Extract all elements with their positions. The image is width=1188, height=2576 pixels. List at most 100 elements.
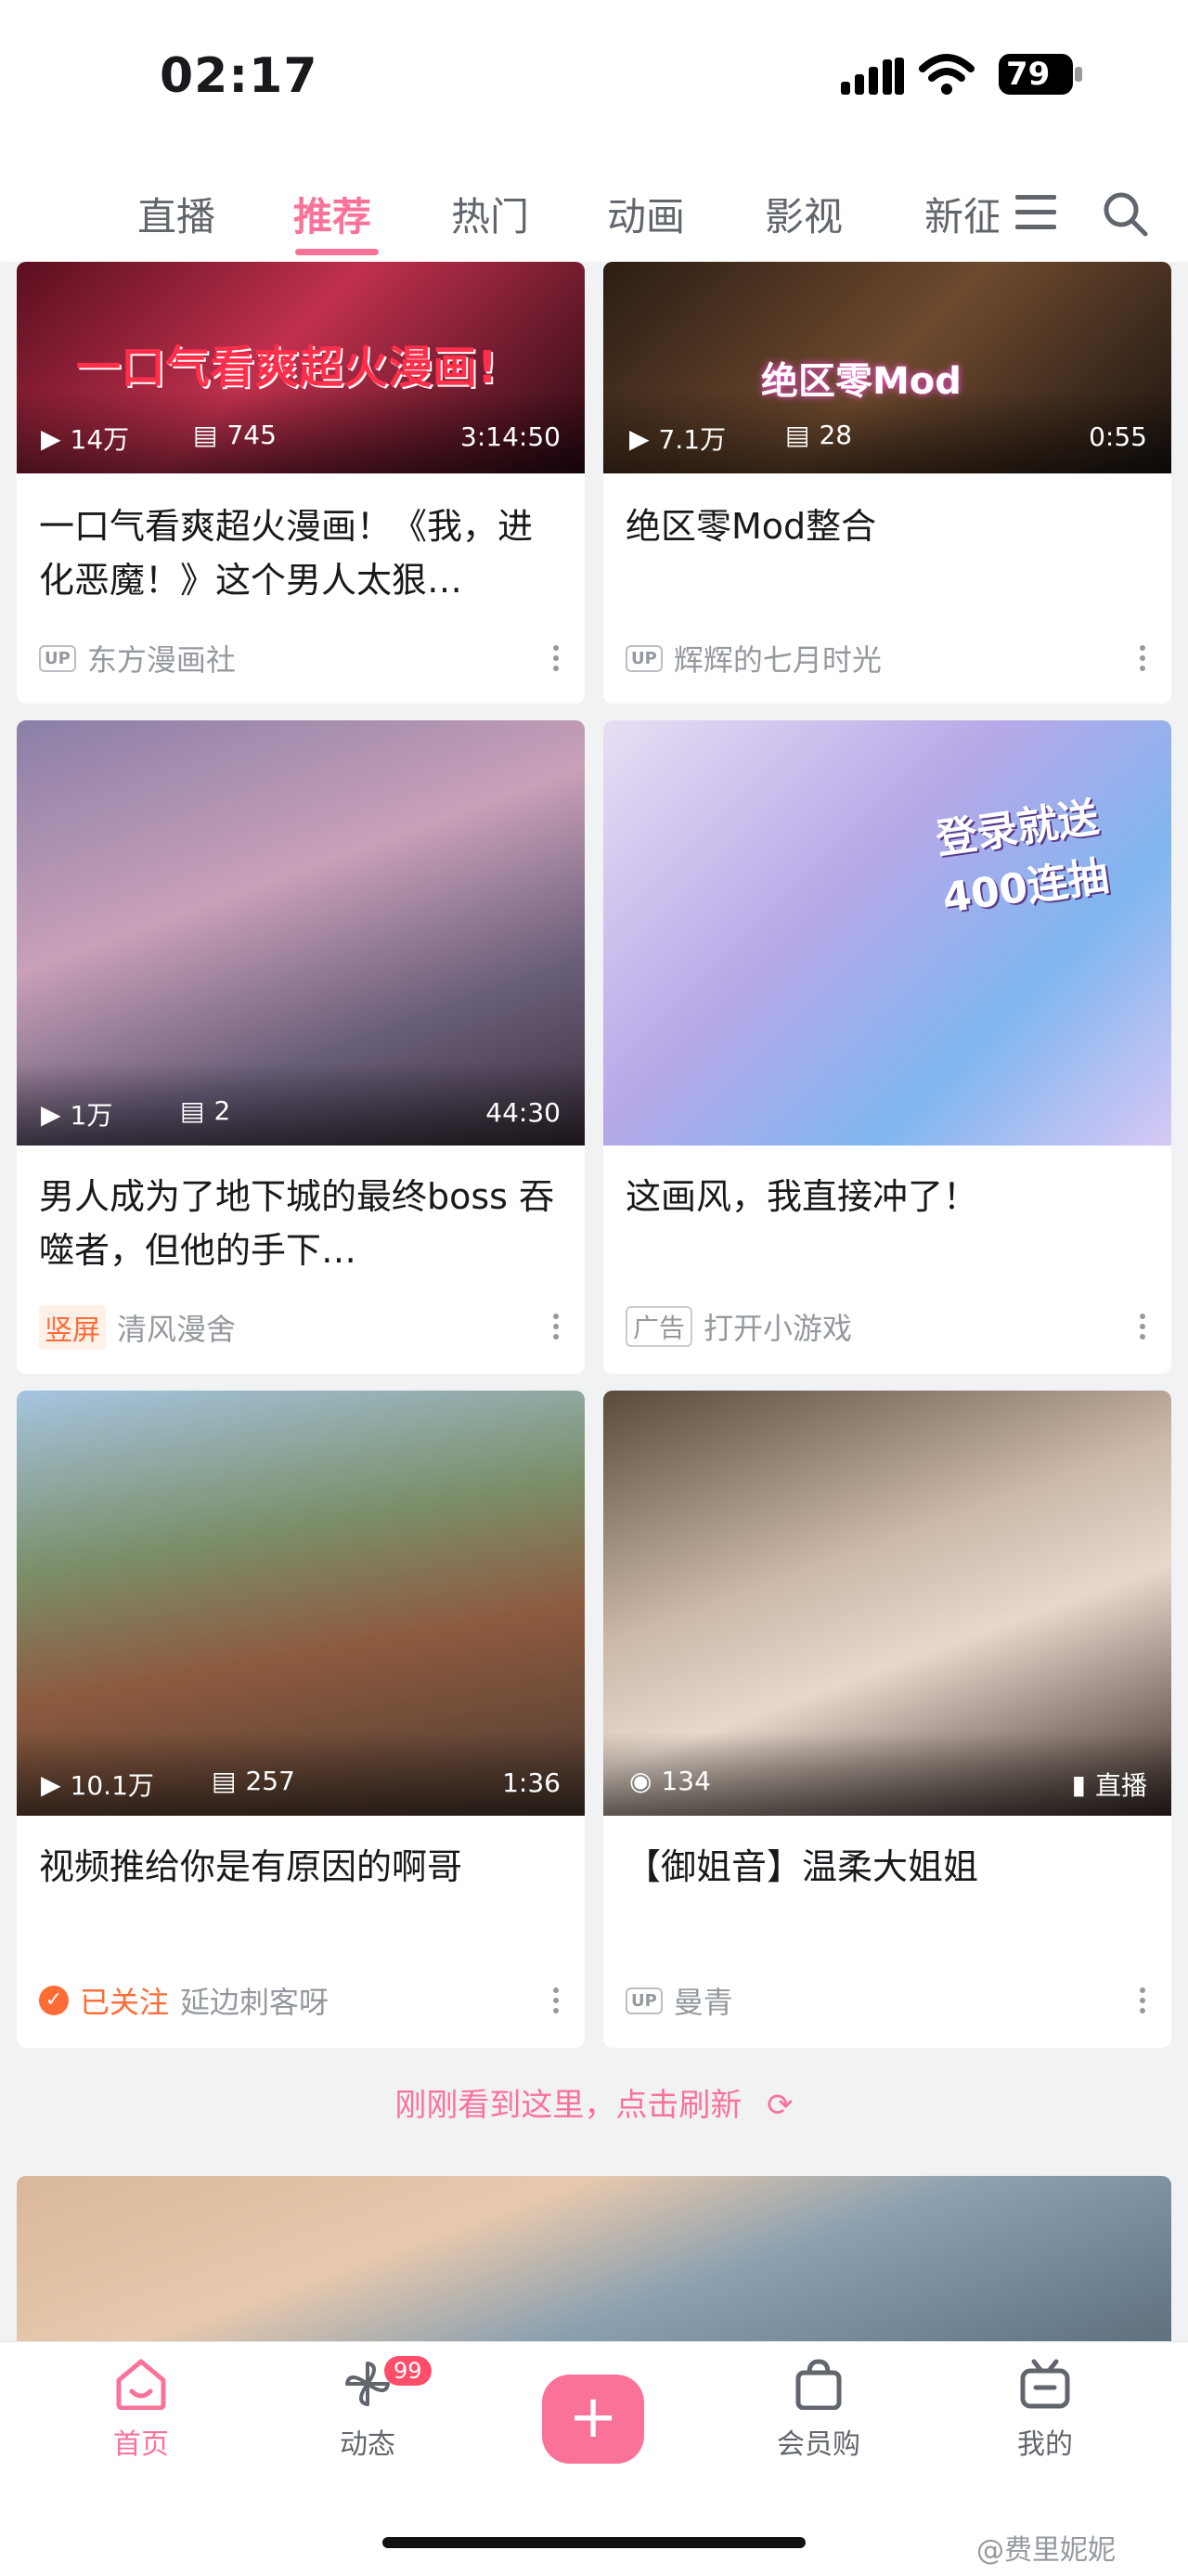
video-card[interactable]: ▶ 10.1万 ▤ 257 1:36 视频推给你是有原因的啊哥 ✓ 已关注 延边刺客… bbox=[17, 1391, 585, 2048]
video-meta: UP 辉辉的七月时光 bbox=[626, 637, 882, 680]
video-title: 一口气看爽超火漫画！《我，进化恶魔！》这个男人太狠… bbox=[39, 506, 534, 601]
wifi-icon bbox=[919, 54, 975, 95]
video-duration: 0:55 bbox=[1089, 421, 1147, 452]
danmaku-icon: ▤ bbox=[193, 420, 218, 450]
active-tab-indicator bbox=[295, 249, 379, 255]
video-duration: 44:30 bbox=[485, 1097, 561, 1128]
open-mini-game-link[interactable]: 打开小游戏 bbox=[704, 1305, 852, 1348]
author-name[interactable]: 延边刺客呀 bbox=[180, 1979, 329, 2022]
refresh-text: 刚刚看到这里，点击刷新 bbox=[394, 2087, 742, 2124]
danmaku-count: ▤ 28 bbox=[785, 420, 853, 450]
play-icon: ▶ bbox=[629, 422, 650, 454]
tab-anime[interactable]: 动画 bbox=[607, 186, 685, 242]
shopping-bag-icon bbox=[795, 2359, 842, 2411]
danmaku-icon: ▤ bbox=[180, 1095, 205, 1126]
view-count: ▶ 14万 bbox=[41, 422, 130, 456]
vertical-screen-badge: 竖屏 bbox=[39, 1305, 106, 1350]
more-options-icon[interactable] bbox=[1140, 1983, 1147, 2018]
video-meta: UP 东方漫画社 bbox=[39, 637, 236, 680]
play-icon: ▶ bbox=[41, 422, 61, 454]
author-name[interactable]: 曼青 bbox=[674, 1979, 733, 2022]
more-options-icon[interactable] bbox=[553, 1309, 561, 1344]
followed-check-icon: ✓ bbox=[39, 1986, 69, 2015]
view-count: ▶ 10.1万 bbox=[41, 1768, 154, 1802]
video-title: 男人成为了地下城的最终boss 吞噬者，但他的手下… bbox=[39, 1176, 555, 1271]
video-thumbnail: ▶ 10.1万 ▤ 257 1:36 bbox=[17, 1391, 585, 1816]
cellular-signal-icon bbox=[841, 58, 904, 95]
live-title: 【御姐音】温柔大姐姐 bbox=[626, 1846, 979, 1887]
home-indicator bbox=[382, 2537, 806, 2548]
live-thumbnail: ◉ 134 ▮ 直播 bbox=[603, 1391, 1171, 1816]
followed-label: 已关注 bbox=[80, 1985, 170, 2020]
live-viewer-count: ◉ 134 bbox=[629, 1766, 711, 1796]
video-title: 绝区零Mod整合 bbox=[626, 506, 877, 547]
play-icon: ▶ bbox=[41, 1768, 61, 1800]
live-label: ▮ 直播 bbox=[1071, 1768, 1147, 1802]
ad-thumbnail: 登录就送 400连抽 bbox=[603, 720, 1171, 1146]
battery-level: 79 bbox=[1006, 56, 1051, 93]
ad-meta: 广告 打开小游戏 bbox=[626, 1305, 852, 1348]
up-badge: UP bbox=[39, 644, 76, 672]
tab-new-journey[interactable]: 新征程 bbox=[924, 186, 999, 242]
tab-hot[interactable]: 热门 bbox=[451, 186, 529, 242]
video-thumbnail: 绝区零Mod ▶ 7.1万 ▤ 28 0:55 bbox=[603, 262, 1171, 473]
more-options-icon[interactable] bbox=[553, 1983, 561, 2018]
video-meta: 竖屏 清风漫舍 bbox=[39, 1305, 236, 1350]
view-count: ▶ 7.1万 bbox=[629, 422, 727, 456]
live-bars-icon: ▮ bbox=[1071, 1768, 1086, 1800]
tab-live[interactable]: 直播 bbox=[137, 186, 215, 242]
home-icon bbox=[116, 2359, 166, 2411]
tab-film[interactable]: 影视 bbox=[765, 186, 843, 242]
live-meta: UP 曼青 bbox=[626, 1979, 733, 2022]
refresh-prompt[interactable]: 刚刚看到这里，点击刷新 ⟳ bbox=[0, 2079, 1188, 2125]
video-duration: 3:14:50 bbox=[460, 421, 561, 452]
more-options-icon[interactable] bbox=[553, 641, 561, 676]
nav-mine[interactable]: 我的 bbox=[971, 2358, 1119, 2462]
video-card[interactable]: 绝区零Mod ▶ 7.1万 ▤ 28 0:55 绝区零Mod整合 UP 辉辉的七月时… bbox=[603, 262, 1171, 704]
add-button[interactable]: + bbox=[542, 2375, 644, 2464]
refresh-icon: ⟳ bbox=[767, 2087, 794, 2124]
more-options-icon[interactable] bbox=[1140, 641, 1147, 676]
search-icon[interactable] bbox=[1101, 189, 1149, 238]
video-meta: ✓ 已关注 延边刺客呀 bbox=[39, 1979, 329, 2022]
nav-member-shop[interactable]: 会员购 bbox=[744, 2358, 893, 2462]
live-card[interactable]: ◉ 134 ▮ 直播 【御姐音】温柔大姐姐 UP 曼青 bbox=[603, 1391, 1171, 2048]
nav-mine-label: 我的 bbox=[1017, 2428, 1073, 2461]
view-count: ▶ 1万 bbox=[41, 1098, 113, 1132]
weibo-watermark: @费里妮妮 bbox=[976, 2534, 1116, 2567]
author-name[interactable]: 辉辉的七月时光 bbox=[674, 637, 882, 680]
eye-icon: ◉ bbox=[629, 1766, 652, 1796]
up-badge: UP bbox=[626, 1987, 663, 2014]
play-icon: ▶ bbox=[41, 1098, 61, 1130]
notification-badge: 99 bbox=[384, 2356, 432, 2386]
nav-dynamic-label: 动态 bbox=[340, 2428, 395, 2461]
more-options-icon[interactable] bbox=[1140, 1309, 1147, 1344]
danmaku-count: ▤ 745 bbox=[193, 420, 277, 450]
tab-recommend[interactable]: 推荐 bbox=[293, 186, 371, 242]
ad-overlay-text: 登录就送 400连抽 bbox=[933, 794, 1112, 923]
video-card[interactable]: 一口气看爽超火漫画! ▶ 14万 ▤ 745 3:14:50 一口气看爽超火漫画！《… bbox=[17, 262, 585, 704]
video-thumbnail: 一口气看爽超火漫画! ▶ 14万 ▤ 745 3:14:50 bbox=[17, 262, 585, 473]
nav-home[interactable]: 首页 bbox=[67, 2358, 215, 2462]
nav-home-label: 首页 bbox=[113, 2428, 169, 2461]
video-thumbnail: ▶ 1万 ▤ 2 44:30 bbox=[17, 720, 585, 1146]
danmaku-icon: ▤ bbox=[785, 420, 810, 450]
danmaku-count: ▤ 257 bbox=[212, 1766, 295, 1796]
tv-icon bbox=[1020, 2359, 1070, 2409]
status-time: 02:17 bbox=[160, 48, 318, 104]
video-card[interactable] bbox=[17, 2176, 1171, 2352]
battery-indicator: 79 bbox=[999, 54, 1084, 95]
ad-badge: 广告 bbox=[626, 1306, 693, 1347]
author-name[interactable]: 东方漫画社 bbox=[87, 637, 236, 680]
menu-icon[interactable] bbox=[1015, 193, 1056, 230]
up-badge: UP bbox=[626, 644, 663, 672]
video-card[interactable]: ▶ 1万 ▤ 2 44:30 男人成为了地下城的最终boss 吞噬者，但他的手下… … bbox=[17, 720, 585, 1374]
video-title: 视频推给你是有原因的啊哥 bbox=[39, 1846, 463, 1887]
thumbnail-overlay-text: 一口气看爽超火漫画! bbox=[76, 342, 497, 394]
video-duration: 1:36 bbox=[502, 1767, 561, 1798]
danmaku-icon: ▤ bbox=[212, 1766, 237, 1796]
ad-card[interactable]: 登录就送 400连抽 这画风，我直接冲了！ 广告 打开小游戏 bbox=[603, 720, 1171, 1374]
nav-member-shop-label: 会员购 bbox=[777, 2428, 860, 2461]
author-name[interactable]: 清风漫舍 bbox=[117, 1306, 236, 1349]
ad-title: 这画风，我直接冲了！ bbox=[626, 1176, 979, 1217]
